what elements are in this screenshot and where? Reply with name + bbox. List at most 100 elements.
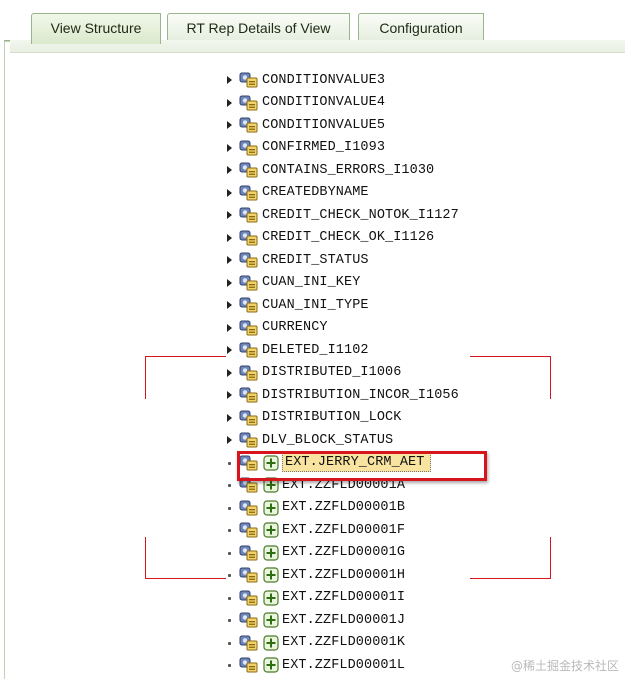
highlight-box (237, 451, 487, 481)
leaf-dot-icon (225, 565, 235, 585)
enhancement-plus-icon (263, 634, 279, 651)
tree-node-label: EXT.ZZFLD00001B (282, 500, 406, 515)
expand-triangle-icon[interactable] (225, 115, 235, 135)
tree-node[interactable]: CUAN_INI_KEY (225, 273, 360, 293)
tab-label: View Structure (50, 20, 142, 36)
expand-triangle-icon[interactable] (225, 340, 235, 360)
enhancement-plus-icon (263, 612, 279, 628)
tree-node[interactable]: CONTAINS_ERRORS_I1030 (225, 160, 434, 180)
attribute-node-icon (239, 161, 259, 179)
tab-bar: View Structure RT Rep Details of View Co… (0, 0, 625, 44)
tree-node-label: EXT.ZZFLD00001L (282, 657, 406, 673)
expand-triangle-icon[interactable] (225, 273, 235, 293)
expand-triangle-icon[interactable] (225, 138, 235, 158)
bracket-bottom-left (145, 537, 226, 579)
expand-triangle-icon[interactable] (225, 93, 235, 113)
attribute-node-icon (239, 589, 259, 607)
tree-node-label: DLV_BLOCK_STATUS (262, 432, 394, 448)
tree-node[interactable]: CONFIRMED_I1093 (225, 138, 385, 158)
enhancement-plus-icon (263, 522, 279, 538)
expand-triangle-icon[interactable] (225, 318, 235, 338)
attribute-node-icon (239, 71, 259, 89)
attribute-node-icon (239, 251, 259, 269)
expand-triangle-icon[interactable] (225, 183, 235, 203)
tree-node[interactable]: CREDIT_CHECK_NOTOK_I1127 (225, 205, 459, 225)
tree-node[interactable]: CUAN_INI_TYPE (225, 295, 369, 315)
expand-triangle-icon[interactable] (225, 160, 235, 180)
tree-node-label: EXT.ZZFLD00001I (282, 590, 406, 605)
tree-node-label: CREDIT_CHECK_NOTOK_I1127 (262, 207, 459, 223)
tree-node-label: CONDITIONVALUE5 (262, 117, 386, 133)
tree-node[interactable]: DELETED_I1102 (225, 340, 369, 360)
tree-node-label: DISTRIBUTION_INCOR_I1056 (262, 387, 459, 403)
tree-node[interactable]: CURRENCY (225, 318, 328, 338)
tree-node-label: DELETED_I1102 (262, 342, 369, 358)
tree-node[interactable]: DLV_BLOCK_STATUS (225, 430, 393, 450)
expand-triangle-icon[interactable] (225, 250, 235, 270)
tree-node[interactable]: EXT.ZZFLD00001J (225, 610, 405, 630)
bracket-bottom-right (470, 537, 551, 579)
attribute-node-icon (239, 656, 259, 674)
tree-node[interactable]: EXT.ZZFLD00001B (225, 498, 405, 518)
expand-triangle-icon[interactable] (225, 408, 235, 428)
expand-triangle-icon[interactable] (225, 70, 235, 90)
attribute-node-icon (239, 634, 259, 652)
tree-node[interactable]: EXT.ZZFLD00001H (225, 565, 405, 585)
tree-node-label: CONFIRMED_I1093 (262, 140, 386, 155)
tree-node-label: DISTRIBUTION_LOCK (262, 410, 402, 425)
tree-node-label: CREATEDBYNAME (262, 185, 369, 200)
leaf-dot-icon (225, 520, 235, 540)
attribute-node-icon (239, 296, 259, 314)
leaf-dot-icon (225, 498, 235, 518)
expand-triangle-icon[interactable] (225, 205, 235, 225)
tree-node[interactable]: CONDITIONVALUE3 (225, 70, 385, 90)
attribute-node-icon (239, 116, 259, 134)
tree-node-label: CONTAINS_ERRORS_I1030 (262, 162, 435, 178)
tree-node[interactable]: CONDITIONVALUE5 (225, 115, 385, 135)
attribute-node-icon (239, 206, 259, 224)
tree-node-label: CUAN_INI_TYPE (262, 297, 369, 313)
tree-node[interactable]: CREDIT_CHECK_OK_I1126 (225, 228, 434, 248)
expand-triangle-icon[interactable] (225, 385, 235, 405)
expand-triangle-icon[interactable] (225, 430, 235, 450)
tab-configuration[interactable]: Configuration (358, 13, 484, 41)
tree-node[interactable]: EXT.ZZFLD00001F (225, 520, 405, 540)
tree-node[interactable]: CREATEDBYNAME (225, 183, 369, 203)
tree-node-label: CREDIT_STATUS (262, 252, 369, 268)
attribute-node-icon (239, 611, 259, 629)
expand-triangle-icon[interactable] (225, 228, 235, 248)
tree-node[interactable]: DISTRIBUTION_LOCK (225, 408, 401, 428)
attribute-node-icon (239, 274, 259, 292)
enhancement-plus-icon (263, 589, 279, 606)
attribute-node-icon (239, 319, 259, 337)
tree-node[interactable]: EXT.ZZFLD00001K (225, 633, 405, 653)
leaf-dot-icon (225, 655, 235, 675)
tree-node[interactable]: EXT.ZZFLD00001L (225, 655, 405, 675)
tree-node[interactable]: CONDITIONVALUE4 (225, 93, 385, 113)
tree-node[interactable]: DISTRIBUTION_INCOR_I1056 (225, 385, 459, 405)
attribute-node-icon (239, 409, 259, 427)
expand-triangle-icon[interactable] (225, 363, 235, 383)
tree-node-label: CONDITIONVALUE4 (262, 95, 386, 110)
attribute-node-icon (239, 521, 259, 539)
tree-node-label: EXT.ZZFLD00001H (282, 567, 406, 583)
expand-triangle-icon[interactable] (225, 295, 235, 315)
tree-node[interactable]: DISTRIBUTED_I1006 (225, 363, 401, 383)
leaf-dot-icon (225, 588, 235, 608)
attribute-node-icon (239, 229, 259, 247)
attribute-node-icon (239, 386, 259, 404)
tree-node[interactable]: EXT.ZZFLD00001I (225, 588, 405, 608)
tab-view-structure[interactable]: View Structure (31, 13, 161, 44)
attribute-node-icon (239, 566, 259, 584)
tree-node-label: DISTRIBUTED_I1006 (262, 365, 402, 380)
tab-rt-rep-details[interactable]: RT Rep Details of View (167, 13, 350, 41)
tree-node[interactable]: CREDIT_STATUS (225, 250, 369, 270)
tree-node[interactable]: EXT.ZZFLD00001G (225, 543, 405, 563)
tab-label: RT Rep Details of View (186, 20, 331, 36)
enhancement-plus-icon (263, 657, 279, 673)
tab-label: Configuration (379, 20, 463, 36)
tree-node-label: CUAN_INI_KEY (262, 275, 361, 290)
leaf-dot-icon (225, 453, 235, 473)
attribute-node-icon (239, 364, 259, 382)
leaf-dot-icon (225, 543, 235, 563)
